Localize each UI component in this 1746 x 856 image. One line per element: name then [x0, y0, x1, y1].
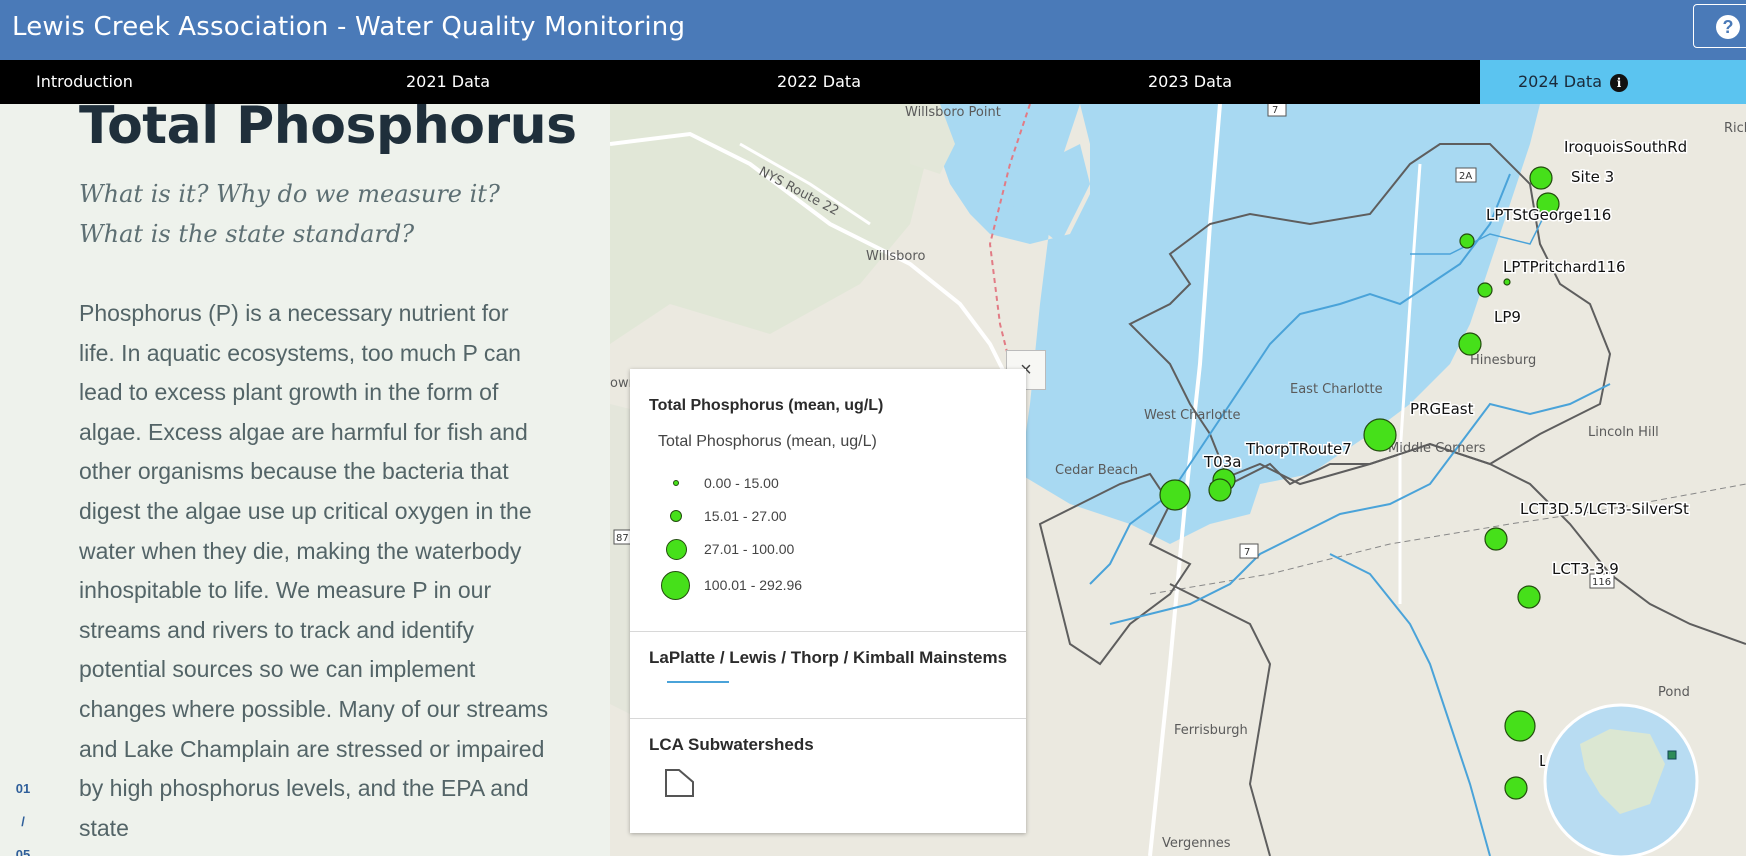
pager-current: 01: [15, 781, 31, 796]
section-pager: 01 / 05: [12, 772, 34, 856]
station-label-iroquoissouthrd: IroquoisSouthRd: [1564, 138, 1687, 156]
station-label-lptpritchard116: LPTPritchard116: [1503, 258, 1626, 276]
legend-mainstems-title: LaPlatte / Lewis / Thorp / Kimball Mains…: [649, 648, 1008, 667]
legend-class: 0.00 - 15.00: [658, 469, 958, 499]
help-button[interactable]: ?: [1693, 4, 1746, 48]
legend-subwatersheds-title: LCA Subwatersheds: [649, 735, 814, 754]
tab-2021-data[interactable]: 2021 Data: [406, 60, 490, 104]
tab-2024-data-label: 2024 Data: [1518, 72, 1603, 91]
svg-text:7: 7: [1272, 105, 1278, 116]
place-vergennes: Vergennes: [1162, 836, 1231, 851]
legend-class: 15.01 - 27.00: [658, 502, 958, 532]
station-marker[interactable]: [1159, 479, 1191, 511]
station-marker[interactable]: [1477, 282, 1493, 298]
station-marker[interactable]: [1459, 233, 1475, 249]
station-marker[interactable]: [1363, 418, 1397, 452]
route-shield: 2A: [1455, 167, 1477, 183]
legend-symbol: [670, 510, 682, 522]
legend-class-label: 15.01 - 27.00: [704, 508, 787, 524]
legend-class-label: 100.01 - 292.96: [704, 577, 803, 593]
help-icon: ?: [1716, 15, 1740, 39]
station-label-lptstgeorge116: LPTStGeorge116: [1486, 206, 1611, 224]
svg-text:7: 7: [1244, 547, 1250, 558]
legend-line-symbol: [667, 681, 729, 683]
legend-symbol: [661, 571, 690, 600]
place-pond: Pond: [1658, 685, 1690, 700]
story-body-text: Phosphorus (P) is a necessary nutrient f…: [79, 300, 549, 841]
place-willsboro: Willsboro: [866, 249, 925, 264]
place-ferrisburgh: Ferrisburgh: [1174, 723, 1248, 738]
station-marker[interactable]: [1458, 332, 1482, 356]
legend-class: 27.01 - 100.00: [658, 535, 958, 565]
station-marker[interactable]: [1208, 478, 1232, 502]
legend-divider: [630, 631, 1026, 632]
tab-2022-data[interactable]: 2022 Data: [777, 60, 861, 104]
station-label-lp9: LP9: [1494, 308, 1521, 326]
app-title: Lewis Creek Association - Water Quality …: [12, 12, 686, 42]
tab-introduction[interactable]: Introduction: [36, 60, 133, 104]
station-marker[interactable]: [1504, 710, 1536, 742]
place-rich: Rich: [1724, 121, 1746, 136]
place-hinesburg: Hinesburg: [1470, 353, 1536, 368]
narrative-panel[interactable]: Total Phosphorus What is it? Why do we m…: [0, 104, 610, 856]
pager-separator: /: [21, 814, 25, 829]
legend-title: Total Phosphorus (mean, ug/L): [649, 397, 884, 414]
legend-symbol: [673, 480, 679, 486]
station-marker[interactable]: [1529, 166, 1553, 190]
legend-panel: Total Phosphorus (mean, ug/L) Total Phos…: [630, 369, 1026, 833]
overview-globe[interactable]: [1543, 703, 1699, 856]
legend-polygon-symbol: [665, 769, 694, 797]
place-lincoln-hill: Lincoln Hill: [1588, 425, 1659, 440]
place-middle-corners: Middle Corners: [1388, 441, 1486, 456]
legend-subtitle: Total Phosphorus (mean, ug/L): [658, 433, 877, 450]
place-willsboro-point: Willsboro Point: [905, 105, 1001, 120]
legend-class-label: 0.00 - 15.00: [704, 475, 779, 491]
station-label-prgeast: PRGEast: [1410, 400, 1474, 418]
svg-text:116: 116: [1592, 577, 1611, 588]
place-east-charlotte: East Charlotte: [1290, 382, 1383, 397]
route-shield: 7: [1267, 104, 1287, 117]
pager-total: 05: [15, 847, 31, 856]
station-label-lct3d5-silverst: LCT3D.5/LCT3-SilverSt: [1520, 500, 1689, 518]
story-subtitle: What is it? Why do we measure it? What i…: [79, 180, 500, 248]
place-cedar-beach: Cedar Beach: [1055, 463, 1138, 478]
place-west-charlotte: West Charlotte: [1144, 408, 1240, 423]
station-marker[interactable]: [1517, 585, 1541, 609]
station-label-site-3: Site 3: [1571, 168, 1614, 186]
legend-divider: [630, 718, 1026, 719]
info-icon[interactable]: i: [1610, 73, 1629, 92]
app-header: Lewis Creek Association - Water Quality …: [0, 0, 1746, 60]
tab-bar: Introduction 2021 Data 2022 Data 2023 Da…: [0, 60, 1746, 104]
legend-class: 100.01 - 292.96: [658, 571, 958, 601]
svg-text:2A: 2A: [1459, 171, 1472, 182]
legend-symbol: [666, 539, 687, 560]
station-label-lct3-39: LCT3-3.9: [1552, 560, 1619, 578]
station-marker[interactable]: [1503, 278, 1511, 286]
station-label-thorptroute7: ThorpTRoute7: [1245, 440, 1352, 458]
story-title: Total Phosphorus: [79, 104, 577, 156]
svg-text:87: 87: [616, 533, 629, 544]
station-label-t03a: T03a: [1203, 453, 1241, 471]
station-marker[interactable]: [1484, 527, 1508, 551]
station-marker[interactable]: [1504, 776, 1528, 800]
route-shield: 7: [1239, 543, 1259, 559]
tab-2023-data[interactable]: 2023 Data: [1148, 60, 1232, 104]
tab-2024-data[interactable]: 2024 Data i: [1480, 60, 1746, 104]
legend-class-label: 27.01 - 100.00: [704, 541, 795, 557]
